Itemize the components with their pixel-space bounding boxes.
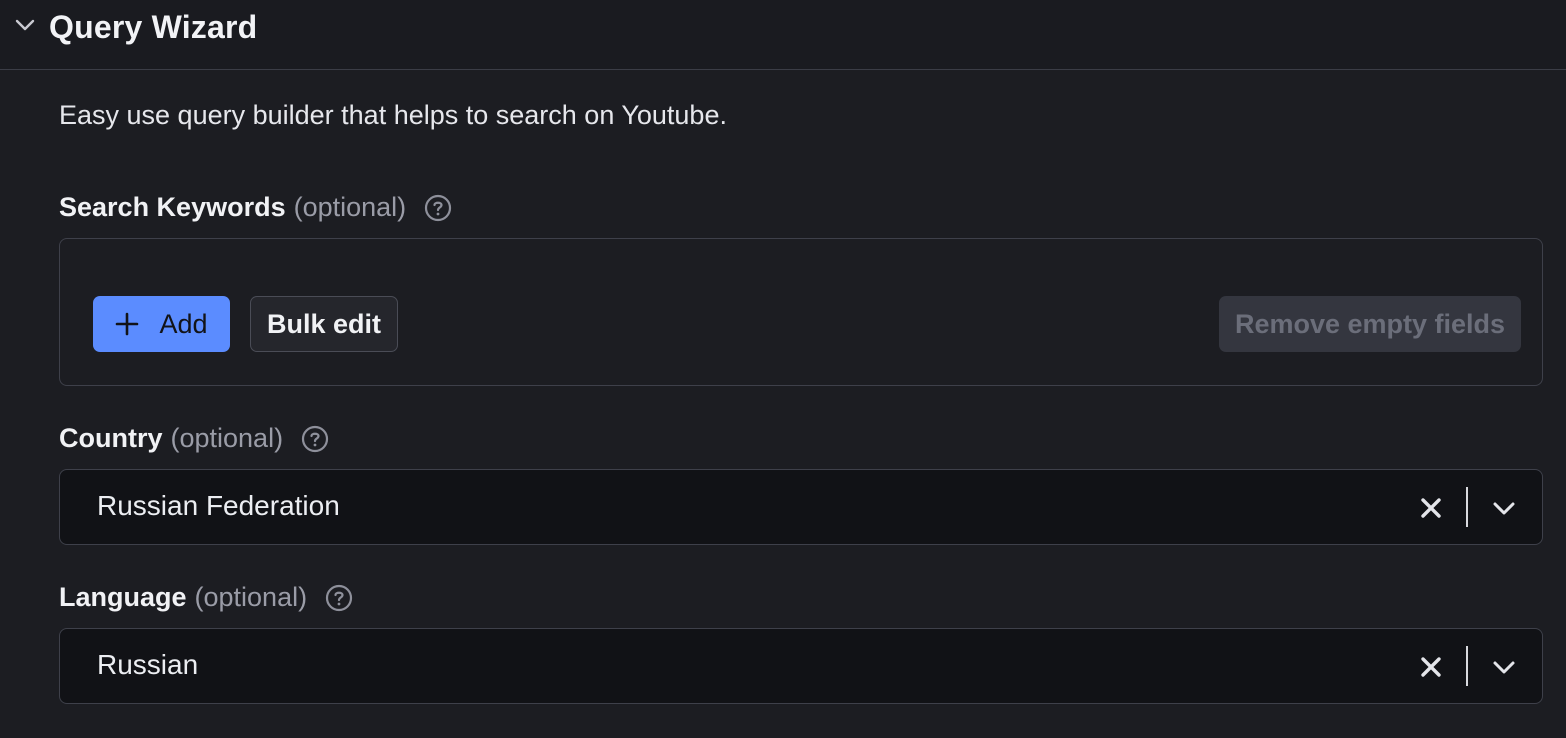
chevron-down-icon[interactable]	[1490, 655, 1518, 679]
section-title: Query Wizard	[49, 9, 258, 45]
add-keyword-button[interactable]: Add	[93, 296, 230, 352]
help-circle-icon[interactable]	[424, 194, 452, 222]
language-select-value: Russian	[97, 649, 199, 680]
country-label-text: Country	[59, 423, 163, 453]
select-separator	[1466, 646, 1468, 686]
clear-icon[interactable]	[1417, 653, 1445, 681]
help-circle-icon[interactable]	[325, 584, 353, 612]
optional-tag: (optional)	[194, 582, 308, 612]
chevron-down-icon[interactable]	[14, 14, 36, 36]
optional-tag: (optional)	[293, 192, 407, 222]
optional-tag: (optional)	[170, 423, 284, 453]
remove-empty-fields-button[interactable]: Remove empty fields	[1219, 296, 1521, 352]
search-keywords-label-text: Search Keywords	[59, 192, 286, 222]
language-select[interactable]: Russian	[59, 628, 1543, 704]
bulk-edit-button[interactable]: Bulk edit	[250, 296, 398, 352]
chevron-down-icon[interactable]	[1490, 496, 1518, 520]
language-label-text: Language	[59, 582, 187, 612]
country-label: Country (optional)	[59, 423, 329, 454]
help-circle-icon[interactable]	[301, 425, 329, 453]
bulk-edit-label: Bulk edit	[266, 308, 381, 339]
section-header[interactable]: Query Wizard	[0, 0, 1566, 70]
search-keywords-label: Search Keywords (optional)	[59, 192, 452, 223]
language-label: Language (optional)	[59, 582, 353, 613]
add-button-label: Add	[159, 308, 208, 339]
remove-empty-fields-label: Remove empty fields	[1234, 308, 1506, 339]
plus-icon	[116, 312, 139, 336]
section-description: Easy use query builder that helps to sea…	[59, 100, 727, 130]
country-select-value: Russian Federation	[97, 490, 340, 521]
country-select[interactable]: Russian Federation	[59, 469, 1543, 545]
select-separator	[1466, 487, 1468, 527]
clear-icon[interactable]	[1417, 494, 1445, 522]
